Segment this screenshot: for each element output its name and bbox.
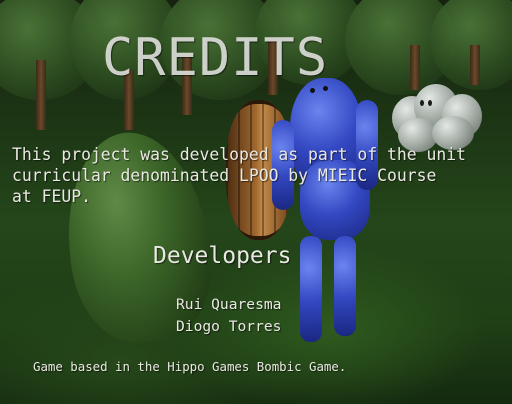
character-leg: [334, 236, 356, 336]
developer-name: Rui Quaresma: [176, 296, 282, 313]
description-line: at FEUP.: [12, 187, 91, 206]
blob-eye: [428, 100, 432, 106]
description-line: This project was developed as part of th…: [12, 145, 466, 164]
palm-trunk: [470, 45, 480, 85]
credits-screen: CREDITS This project was developed as pa…: [0, 0, 512, 404]
description-line: curricular denominated LPOO by MIEIC Cou…: [12, 166, 437, 185]
palm-trunk: [36, 60, 46, 130]
developers-heading: Developers: [153, 243, 292, 269]
character-leg: [300, 236, 322, 342]
blob-eye: [420, 100, 424, 106]
footer-note: Game based in the Hippo Games Bombic Gam…: [33, 359, 347, 374]
credits-title: CREDITS: [102, 28, 329, 88]
project-description: This project was developed as part of th…: [12, 144, 466, 207]
developer-name: Diogo Torres: [176, 318, 282, 335]
character-eye: [310, 88, 315, 93]
palm-trunk: [410, 45, 420, 90]
